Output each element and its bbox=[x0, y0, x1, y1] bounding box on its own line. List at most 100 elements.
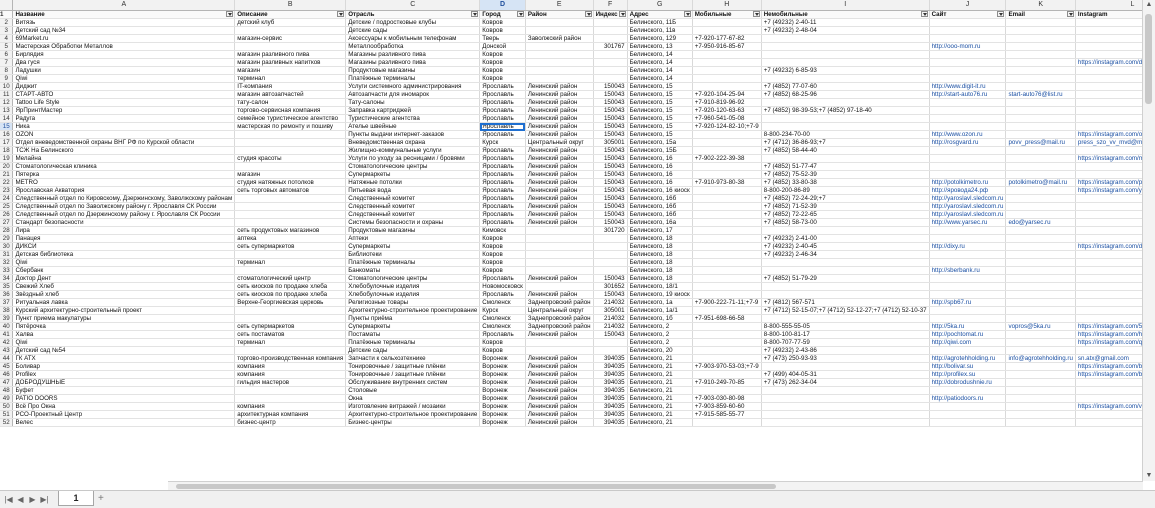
cell-A18[interactable]: ТСЖ На Белинского bbox=[12, 146, 236, 155]
cell-A30[interactable]: ДИКСИ bbox=[12, 242, 236, 251]
cell-J47[interactable]: http://dobrodushnie.ru bbox=[929, 378, 1007, 387]
cell-C11[interactable]: Автозапчасти для иномарок bbox=[345, 90, 481, 99]
cell-H21[interactable] bbox=[692, 170, 762, 179]
cell-F18[interactable]: 150043 bbox=[593, 146, 628, 155]
cell-H51[interactable]: +7-915-585-55-77 bbox=[692, 410, 762, 419]
cell-G4[interactable]: Белинского, 129 bbox=[627, 34, 693, 43]
cell-A41[interactable]: Халва bbox=[12, 330, 236, 339]
cell-C31[interactable]: Библиотеки bbox=[345, 250, 481, 259]
cell-E21[interactable]: Ленинский район bbox=[525, 170, 594, 179]
cell-E44[interactable]: Ленинский район bbox=[525, 354, 594, 363]
cell-K35[interactable] bbox=[1005, 282, 1076, 291]
cell-I28[interactable] bbox=[761, 226, 930, 235]
filter-dropdown-icon[interactable] bbox=[618, 11, 626, 17]
cell-B17[interactable] bbox=[234, 138, 347, 147]
cell-F49[interactable]: 394035 bbox=[593, 394, 628, 403]
cell-B52[interactable]: бизнес-центр bbox=[234, 418, 347, 427]
cell-H24[interactable] bbox=[692, 194, 762, 203]
cell-H36[interactable] bbox=[692, 290, 762, 299]
cell-A20[interactable]: Стоматологическая клиника bbox=[12, 162, 236, 171]
column-header-B[interactable]: B bbox=[234, 0, 347, 11]
cell-I39[interactable] bbox=[761, 314, 930, 323]
cell-D2[interactable]: Ковров bbox=[479, 18, 526, 27]
cell-J3[interactable] bbox=[929, 26, 1007, 35]
row-header-29[interactable]: 29 bbox=[0, 234, 14, 243]
first-sheet-icon[interactable]: |◀ bbox=[3, 494, 14, 505]
cell-F39[interactable]: 214032 bbox=[593, 314, 628, 323]
row-header-3[interactable]: 3 bbox=[0, 26, 14, 35]
cell-C6[interactable]: Магазины разливного пива bbox=[345, 50, 481, 59]
cell-I32[interactable] bbox=[761, 258, 930, 267]
cell-B13[interactable]: торгово-сервисная компания bbox=[234, 106, 347, 115]
cell-D23[interactable]: Ярославль bbox=[479, 186, 526, 195]
cell-E12[interactable]: Ленинский район bbox=[525, 98, 594, 107]
cell-E7[interactable] bbox=[525, 58, 594, 67]
cell-G7[interactable]: Белинского, 14 bbox=[627, 58, 693, 67]
cell-H27[interactable] bbox=[692, 218, 762, 227]
cell-H10[interactable] bbox=[692, 82, 762, 91]
cell-J17[interactable]: http://rosgvard.ru bbox=[929, 138, 1007, 147]
column-header-I[interactable]: I bbox=[761, 0, 930, 11]
cell-F26[interactable]: 150043 bbox=[593, 210, 628, 219]
cell-A9[interactable]: Qiwi bbox=[12, 74, 236, 83]
cell-K28[interactable] bbox=[1005, 226, 1076, 235]
cell-A36[interactable]: Звёздный хлеб bbox=[12, 290, 236, 299]
cell-A32[interactable]: Qiwi bbox=[12, 258, 236, 267]
cell-J29[interactable] bbox=[929, 234, 1007, 243]
cell-C10[interactable]: Услуги системного администрирования bbox=[345, 82, 481, 91]
cell-A5[interactable]: Мастерская Обработки Металлов bbox=[12, 42, 236, 51]
cell-G14[interactable]: Белинского, 15 bbox=[627, 114, 693, 123]
cell-I12[interactable] bbox=[761, 98, 930, 107]
cell-B41[interactable]: сеть постаматов bbox=[234, 330, 347, 339]
cell-F48[interactable]: 394035 bbox=[593, 386, 628, 395]
cell-A24[interactable]: Следственный отдел по Кировскому, Дзержи… bbox=[12, 194, 236, 203]
cell-H48[interactable] bbox=[692, 386, 762, 395]
cell-A42[interactable]: Qiwi bbox=[12, 338, 236, 347]
cell-F6[interactable] bbox=[593, 50, 628, 59]
cell-A11[interactable]: СТАРТ-АВТО bbox=[12, 90, 236, 99]
cell-C7[interactable]: Магазины разливного пива bbox=[345, 58, 481, 67]
cell-I31[interactable]: +7 (49232) 2-46-34 bbox=[761, 250, 930, 259]
cell-G12[interactable]: Белинского, 15 bbox=[627, 98, 693, 107]
cell-B38[interactable] bbox=[234, 306, 347, 315]
row-header-19[interactable]: 19 bbox=[0, 154, 14, 163]
cell-K41[interactable] bbox=[1005, 330, 1076, 339]
cell-K36[interactable] bbox=[1005, 290, 1076, 299]
cell-I30[interactable]: +7 (49232) 2-40-45 bbox=[761, 242, 930, 251]
cell-C14[interactable]: Туристические агентства bbox=[345, 114, 481, 123]
cell-K24[interactable] bbox=[1005, 194, 1076, 203]
cell-C48[interactable]: Столовые bbox=[345, 386, 481, 395]
vertical-scroll-thumb[interactable] bbox=[1145, 14, 1152, 104]
cell-E29[interactable] bbox=[525, 234, 594, 243]
cell-C3[interactable]: Детские сады bbox=[345, 26, 481, 35]
row-header-52[interactable]: 52 bbox=[0, 418, 14, 427]
cell-K9[interactable] bbox=[1005, 74, 1076, 83]
cell-C17[interactable]: Вневедомственная охрана bbox=[345, 138, 481, 147]
cell-I48[interactable] bbox=[761, 386, 930, 395]
cell-C41[interactable]: Постаматы bbox=[345, 330, 481, 339]
scroll-up-icon[interactable]: ▲ bbox=[1143, 0, 1155, 10]
cell-H12[interactable]: +7-910-819-96-92 bbox=[692, 98, 762, 107]
cell-D24[interactable]: Ярославль bbox=[479, 194, 526, 203]
cell-I23[interactable]: 8-800-200-86-89 bbox=[761, 186, 930, 195]
cell-H11[interactable]: +7-920-104-25-94 bbox=[692, 90, 762, 99]
filter-dropdown-icon[interactable] bbox=[584, 11, 592, 17]
cell-E47[interactable]: Ленинский район bbox=[525, 378, 594, 387]
cell-H32[interactable] bbox=[692, 258, 762, 267]
cell-C37[interactable]: Религиозные товары bbox=[345, 298, 481, 307]
prev-sheet-icon[interactable]: ◀ bbox=[15, 494, 26, 505]
cell-A3[interactable]: Детский сад №34 bbox=[12, 26, 236, 35]
cell-G38[interactable]: Белинского, 1а/1 bbox=[627, 306, 693, 315]
cell-B24[interactable] bbox=[234, 194, 347, 203]
row-header-13[interactable]: 13 bbox=[0, 106, 14, 115]
cell-E17[interactable]: Центральный округ bbox=[525, 138, 594, 147]
cell-A51[interactable]: PCO-Проектный Центр bbox=[12, 410, 236, 419]
cell-J30[interactable]: http://dixy.ru bbox=[929, 242, 1007, 251]
cell-G32[interactable]: Белинского, 18 bbox=[627, 258, 693, 267]
cell-I44[interactable]: +7 (473) 250-93-93 bbox=[761, 354, 930, 363]
cell-F35[interactable]: 301652 bbox=[593, 282, 628, 291]
cell-C40[interactable]: Супермаркеты bbox=[345, 322, 481, 331]
cell-H9[interactable] bbox=[692, 74, 762, 83]
cell-G17[interactable]: Белинского, 15а bbox=[627, 138, 693, 147]
cell-H34[interactable] bbox=[692, 274, 762, 283]
